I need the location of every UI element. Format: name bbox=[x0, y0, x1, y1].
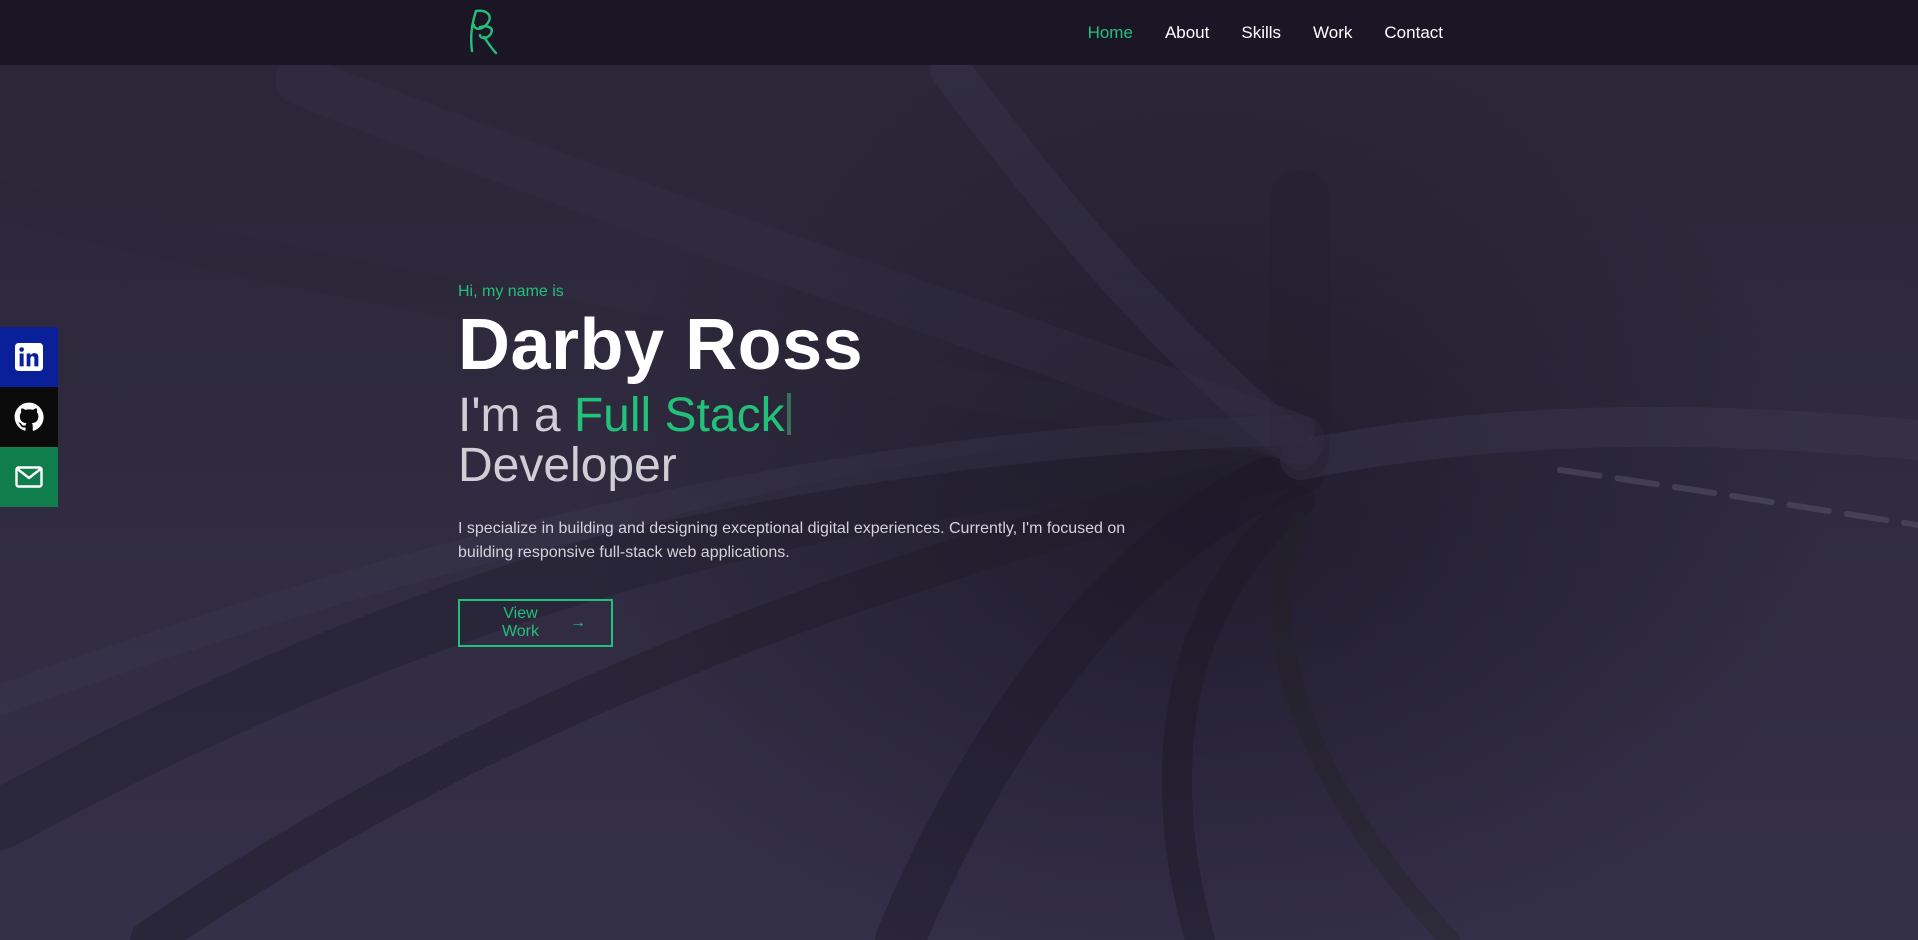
arrow-right-icon: → bbox=[570, 614, 586, 631]
mail-icon bbox=[15, 466, 43, 488]
hero-greeting: Hi, my name is bbox=[458, 283, 564, 300]
social-links bbox=[0, 327, 58, 507]
page: Home About Skills Work Contact Hi, my na… bbox=[0, 0, 1918, 940]
hero-description: I specialize in building and designing e… bbox=[458, 520, 1126, 561]
hero-tagline: I'm a Full Stack Developer bbox=[458, 391, 1158, 491]
nav-link-work[interactable]: Work bbox=[1313, 23, 1352, 43]
email-link[interactable] bbox=[0, 447, 58, 507]
tagline-prefix: I'm a bbox=[458, 389, 574, 442]
github-icon bbox=[14, 402, 44, 431]
tagline-suffix: Developer bbox=[458, 439, 677, 492]
hero-name: Darby Ross bbox=[458, 305, 864, 385]
nav-link-about[interactable]: About bbox=[1165, 23, 1209, 43]
linkedin-link[interactable] bbox=[0, 327, 58, 387]
nav-menu: Home About Skills Work Contact bbox=[1088, 0, 1443, 65]
hero-section: Hi, my name is Darby Ross I'm a Full Sta… bbox=[458, 283, 1158, 647]
tagline-accent: Full Stack bbox=[573, 389, 785, 442]
github-link[interactable] bbox=[0, 387, 58, 447]
view-work-button[interactable]: View Work → bbox=[458, 599, 613, 647]
nav-link-skills[interactable]: Skills bbox=[1241, 23, 1281, 43]
typing-caret bbox=[786, 393, 791, 435]
view-work-label: View Work bbox=[501, 605, 540, 640]
logo-icon[interactable] bbox=[466, 5, 502, 57]
nav-link-home[interactable]: Home bbox=[1088, 23, 1133, 43]
nav-link-contact[interactable]: Contact bbox=[1384, 23, 1443, 43]
linkedin-icon bbox=[15, 343, 43, 371]
navbar: Home About Skills Work Contact bbox=[0, 0, 1918, 65]
